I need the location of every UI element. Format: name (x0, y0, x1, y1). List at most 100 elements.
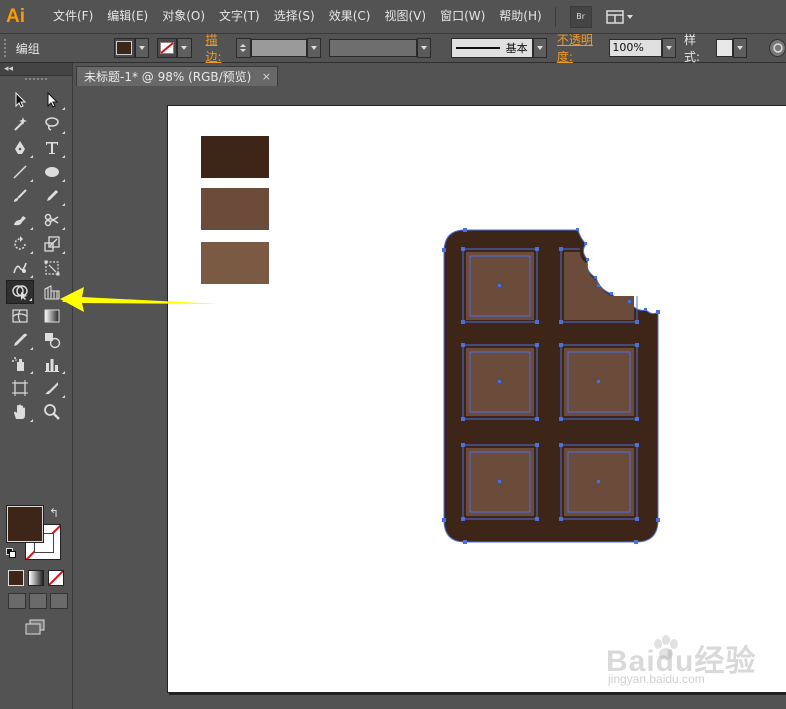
opacity-dropdown[interactable] (661, 38, 676, 58)
gradient-icon (44, 309, 60, 323)
stroke-weight-stepper[interactable] (235, 38, 251, 58)
lasso-tool[interactable] (38, 112, 66, 136)
selection-tool[interactable] (6, 88, 34, 112)
swap-fill-stroke-icon[interactable]: ↰ (49, 506, 59, 520)
menu-window[interactable]: 窗口(W) (433, 0, 492, 33)
scale-tool[interactable] (38, 232, 66, 256)
ellipse-tool[interactable] (38, 160, 66, 184)
color-swatch-medium[interactable] (201, 188, 269, 230)
blend-tool[interactable] (38, 328, 66, 352)
app-logo: Ai (6, 5, 25, 27)
magic-wand-icon (14, 117, 27, 131)
screen-mode-icon[interactable] (24, 619, 46, 635)
rotate-icon (14, 236, 26, 250)
shape-builder-tool[interactable] (6, 280, 34, 304)
control-bar-grip[interactable] (4, 39, 10, 57)
eyedropper-tool[interactable] (6, 328, 34, 352)
direct-selection-tool[interactable] (38, 88, 66, 112)
stroke-dropdown[interactable] (177, 38, 192, 58)
opacity-field[interactable]: 100% (609, 39, 662, 57)
fill-color-swatch[interactable] (114, 38, 135, 58)
eyedropper-icon (14, 333, 27, 346)
blob-brush-tool[interactable] (6, 208, 34, 232)
stroke-weight-field[interactable] (250, 39, 307, 57)
menu-object[interactable]: 对象(O) (155, 0, 212, 33)
menu-separator (554, 6, 556, 27)
draw-normal-button[interactable] (8, 593, 26, 609)
selection-icon (15, 91, 27, 108)
zoom-tool[interactable] (38, 400, 66, 424)
color-swatch-light[interactable] (201, 242, 269, 284)
menu-items: 文件(F) 编辑(E) 对象(O) 文字(T) 选择(S) 效果(C) 视图(V… (46, 0, 549, 33)
line-segment-icon (13, 165, 27, 179)
workspace-switcher-button[interactable] (605, 7, 636, 27)
line-segment-tool[interactable] (6, 160, 34, 184)
menu-select[interactable]: 选择(S) (267, 0, 322, 33)
stroke-color-swatch[interactable] (156, 38, 178, 58)
tools-panel-header[interactable]: ◂◂ (0, 63, 72, 76)
gradient-mode-button[interactable] (28, 570, 44, 586)
none-mode-button[interactable] (48, 570, 64, 586)
none-stroke-icon (160, 42, 175, 54)
recolor-artwork-button[interactable] (769, 39, 786, 57)
stroke-panel-link[interactable]: 描边: (206, 31, 232, 65)
magic-wand-tool[interactable] (6, 112, 34, 136)
pen-tool[interactable] (6, 136, 34, 160)
fill-stroke-widget: ↰ (6, 506, 66, 560)
pencil-tool[interactable] (38, 184, 66, 208)
color-wheel-icon (772, 43, 783, 53)
graphic-style-swatch[interactable] (716, 39, 733, 57)
artboard-tool[interactable] (6, 376, 34, 400)
brush-stroke-preview (455, 47, 500, 49)
warp-tool[interactable] (6, 256, 34, 280)
hand-tool[interactable] (6, 400, 34, 424)
pencil-icon (47, 190, 58, 201)
slice-tool[interactable] (38, 376, 66, 400)
document-tab[interactable]: 未标题-1* @ 98% (RGB/预览) × (76, 66, 278, 86)
fill-color-chip (116, 41, 133, 55)
menu-type[interactable]: 文字(T) (212, 0, 267, 33)
blob-brush-icon (14, 216, 26, 226)
bridge-button[interactable]: Br (569, 5, 592, 28)
style-label: 样式: (683, 33, 700, 64)
column-graph-icon (45, 359, 59, 372)
default-fill-stroke-icon[interactable] (6, 548, 16, 558)
variable-width-profile[interactable] (328, 39, 417, 57)
free-transform-tool[interactable] (38, 256, 66, 280)
profile-dropdown[interactable] (416, 38, 431, 58)
tools-panel-grip[interactable] (0, 76, 72, 84)
control-bar: 编组 描边: 基本 不透明度: 100% 样式: (0, 31, 786, 65)
collapse-panel-icon[interactable]: ◂◂ (4, 64, 13, 74)
draw-behind-button[interactable] (29, 593, 47, 609)
symbol-sprayer-tool[interactable] (6, 352, 34, 376)
close-document-icon[interactable]: × (262, 67, 271, 86)
warp-icon (13, 262, 27, 274)
brush-name: 基本 (505, 42, 528, 55)
rotate-tool[interactable] (6, 232, 34, 256)
lasso-icon (45, 117, 59, 131)
fill-dropdown[interactable] (134, 38, 149, 58)
draw-inside-button[interactable] (50, 593, 68, 609)
style-dropdown[interactable] (732, 38, 748, 58)
stroke-weight-dropdown[interactable] (306, 38, 321, 58)
perspective-grid-icon (44, 285, 60, 300)
opacity-panel-link[interactable]: 不透明度: (557, 31, 606, 65)
menu-view[interactable]: 视图(V) (377, 0, 433, 33)
paintbrush-tool[interactable] (6, 184, 34, 208)
brush-dropdown[interactable] (532, 38, 547, 58)
shape-builder-icon (12, 285, 28, 300)
column-graph-tool[interactable] (38, 352, 66, 376)
fill-color-box[interactable] (7, 506, 43, 542)
free-transform-icon (44, 260, 60, 276)
menu-help[interactable]: 帮助(H) (492, 0, 548, 33)
chocolate-bar-artwork[interactable] (430, 220, 670, 555)
color-swatch-dark[interactable] (201, 136, 269, 178)
color-mode-button[interactable] (8, 570, 24, 586)
menu-edit[interactable]: 编辑(E) (100, 0, 155, 33)
brush-definition-field[interactable]: 基本 (450, 38, 533, 58)
menu-effect[interactable]: 效果(C) (322, 0, 378, 33)
menu-file[interactable]: 文件(F) (46, 0, 100, 33)
type-tool[interactable] (38, 136, 66, 160)
mesh-tool[interactable] (6, 304, 34, 328)
scissors-tool[interactable] (38, 208, 66, 232)
